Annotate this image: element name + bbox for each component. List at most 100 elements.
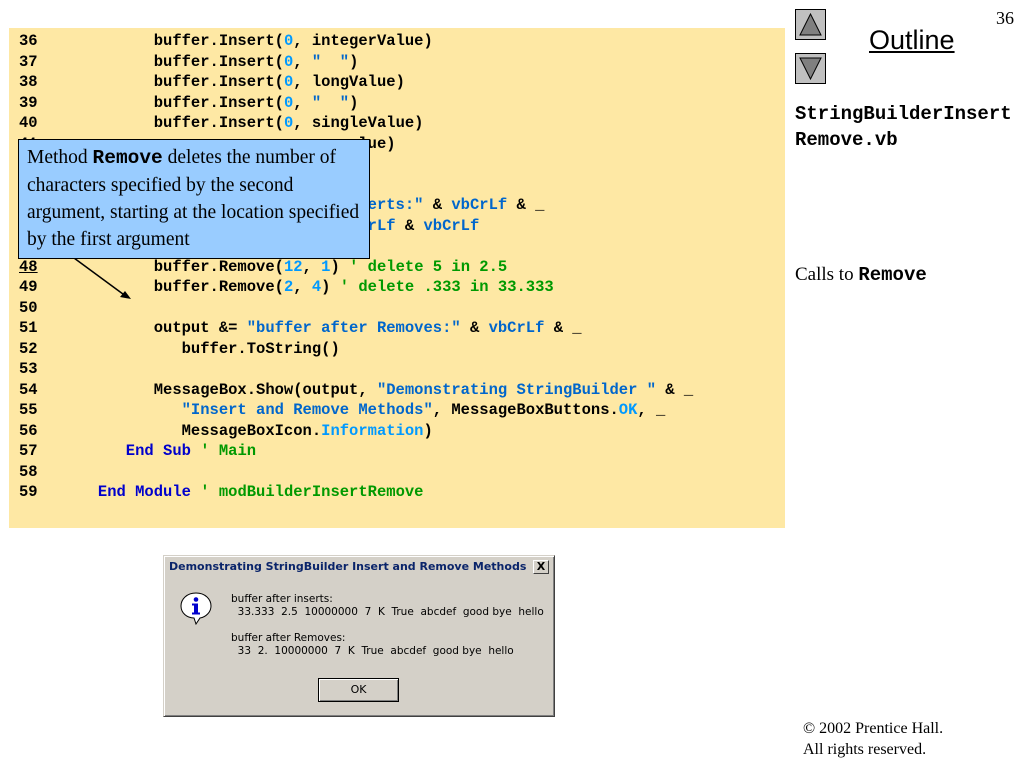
code-token: 4	[311, 278, 322, 296]
code-text: buffer.Insert(0, " ")	[70, 52, 359, 73]
dialog-msg-line-1: buffer after inserts:	[231, 593, 333, 605]
line-number: 54	[19, 380, 38, 399]
line-number: 55	[19, 401, 38, 419]
code-line: 48 buffer.Remove(12, 1) ' delete 5 in 2.…	[9, 257, 785, 278]
code-line: 52 buffer.ToString()	[9, 339, 785, 360]
code-token: OK	[618, 401, 638, 419]
code-token: buffer.Insert(	[70, 52, 284, 71]
code-token: output &=	[70, 319, 247, 337]
code-token: , MessageBoxButtons.	[432, 401, 619, 419]
callout-box: Method Remove deletes the number of char…	[18, 139, 370, 259]
dialog-titlebar[interactable]: Demonstrating StringBuilder Insert and R…	[166, 558, 552, 576]
next-slide-button[interactable]	[795, 53, 826, 84]
line-number: 49	[19, 278, 38, 296]
line-number: 51	[19, 319, 38, 337]
page-number: 36	[996, 8, 1014, 28]
code-token: ' Main	[200, 442, 257, 460]
code-token: )	[330, 257, 350, 276]
previous-slide-button[interactable]	[795, 9, 826, 40]
line-number: 37	[19, 52, 38, 71]
ok-button[interactable]: OK	[318, 678, 399, 702]
code-token: vbCrLf	[451, 196, 508, 214]
code-text: buffer.Insert(0, integerValue)	[70, 31, 433, 52]
code-token: Information	[321, 421, 424, 440]
code-token: )	[349, 93, 359, 112]
line-number: 48	[19, 257, 38, 276]
code-token: "buffer after Removes:"	[246, 319, 461, 337]
code-token: 12	[283, 257, 303, 276]
code-line: 37 buffer.Insert(0, " ")	[9, 52, 785, 73]
code-token: ' delete .333 in 33.333	[339, 278, 554, 296]
code-token: 0	[283, 93, 294, 112]
line-number: 50	[19, 298, 38, 317]
code-token: & _	[544, 319, 582, 337]
code-token: ,	[302, 257, 322, 276]
code-token: ,	[293, 93, 312, 112]
code-text: buffer.Remove(12, 1) ' delete 5 in 2.5	[70, 257, 508, 278]
code-text: buffer.Insert(0, singleValue)	[70, 113, 424, 134]
code-text: buffer.Insert(0, " ")	[70, 93, 359, 114]
dialog-message: buffer after inserts: 33.333 2.5 1000000…	[231, 593, 544, 658]
code-line: 56 MessageBoxIcon.Information)	[9, 421, 785, 442]
code-line: 59 End Module ' modBuilderInsertRemove	[9, 482, 785, 503]
code-token: , longValue)	[293, 73, 405, 91]
code-token: )	[349, 52, 359, 71]
copyright-notice: © 2002 Prentice Hall. All rights reserve…	[803, 718, 943, 760]
code-line: 50	[9, 298, 785, 319]
code-line: 40 buffer.Insert(0, singleValue)	[9, 113, 785, 134]
dialog-msg-line-3: buffer after Removes:	[231, 632, 346, 644]
code-token: 0	[283, 32, 294, 50]
code-line: 39 buffer.Insert(0, " ")	[9, 93, 785, 114]
code-line: 49 buffer.Remove(2, 4) ' delete .333 in …	[9, 277, 785, 298]
line-number: 56	[19, 421, 38, 440]
code-token: End Sub	[70, 442, 191, 460]
code-line: 58	[9, 462, 785, 483]
code-line: 55 "Insert and Remove Methods", MessageB…	[9, 400, 785, 421]
code-token: "Insert and Remove Methods"	[70, 401, 433, 419]
code-text: MessageBoxIcon.Information)	[70, 421, 433, 442]
code-token: 0	[283, 114, 294, 132]
outline-link[interactable]: Outline	[869, 25, 955, 56]
line-number: 53	[19, 360, 38, 378]
line-number: 39	[19, 93, 38, 112]
code-token: &	[423, 196, 452, 214]
code-token: ,	[293, 52, 312, 71]
code-token: & _	[656, 380, 694, 399]
code-line: 36 buffer.Insert(0, integerValue)	[9, 31, 785, 52]
line-number: 59	[19, 483, 38, 501]
line-number: 57	[19, 442, 38, 460]
code-token: buffer.Insert(	[70, 32, 284, 50]
code-token: End Module	[70, 483, 191, 501]
dialog-title: Demonstrating StringBuilder Insert and R…	[169, 560, 527, 573]
code-token: vbCrLf	[423, 216, 480, 235]
dialog-close-button[interactable]: X	[533, 560, 549, 574]
code-token: )	[321, 278, 340, 296]
side-note-keyword: Remove	[858, 264, 927, 286]
info-icon	[180, 592, 212, 625]
code-listing: 36 buffer.Insert(0, integerValue) 37 buff…	[9, 28, 785, 528]
code-line: 53	[9, 359, 785, 380]
code-token: , integerValue)	[293, 32, 433, 50]
code-token: ' modBuilderInsertRemove	[200, 483, 424, 501]
code-token: )	[423, 421, 433, 440]
side-note-prefix: Calls to	[795, 264, 859, 285]
code-text: End Sub ' Main	[70, 441, 256, 462]
line-number: 38	[19, 73, 38, 91]
code-line: 57 End Sub ' Main	[9, 441, 785, 462]
line-number: 58	[19, 462, 38, 481]
line-number: 40	[19, 114, 38, 132]
code-text: buffer.ToString()	[70, 339, 340, 360]
code-token: vbCrLf	[488, 319, 545, 337]
line-number: 36	[19, 32, 38, 50]
code-token: 0	[283, 52, 294, 71]
code-token: buffer.Remove(	[70, 278, 284, 296]
code-line: 51 output &= "buffer after Removes:" & v…	[9, 318, 785, 339]
code-token: MessageBoxIcon.	[70, 421, 322, 440]
code-text: output &= "buffer after Removes:" & vbCr…	[70, 318, 582, 339]
code-token: 0	[283, 73, 294, 91]
file-name: StringBuilderInsertRemove.vb	[795, 103, 1012, 151]
code-text: "Insert and Remove Methods", MessageBoxB…	[70, 400, 666, 421]
code-token: " "	[311, 93, 350, 112]
